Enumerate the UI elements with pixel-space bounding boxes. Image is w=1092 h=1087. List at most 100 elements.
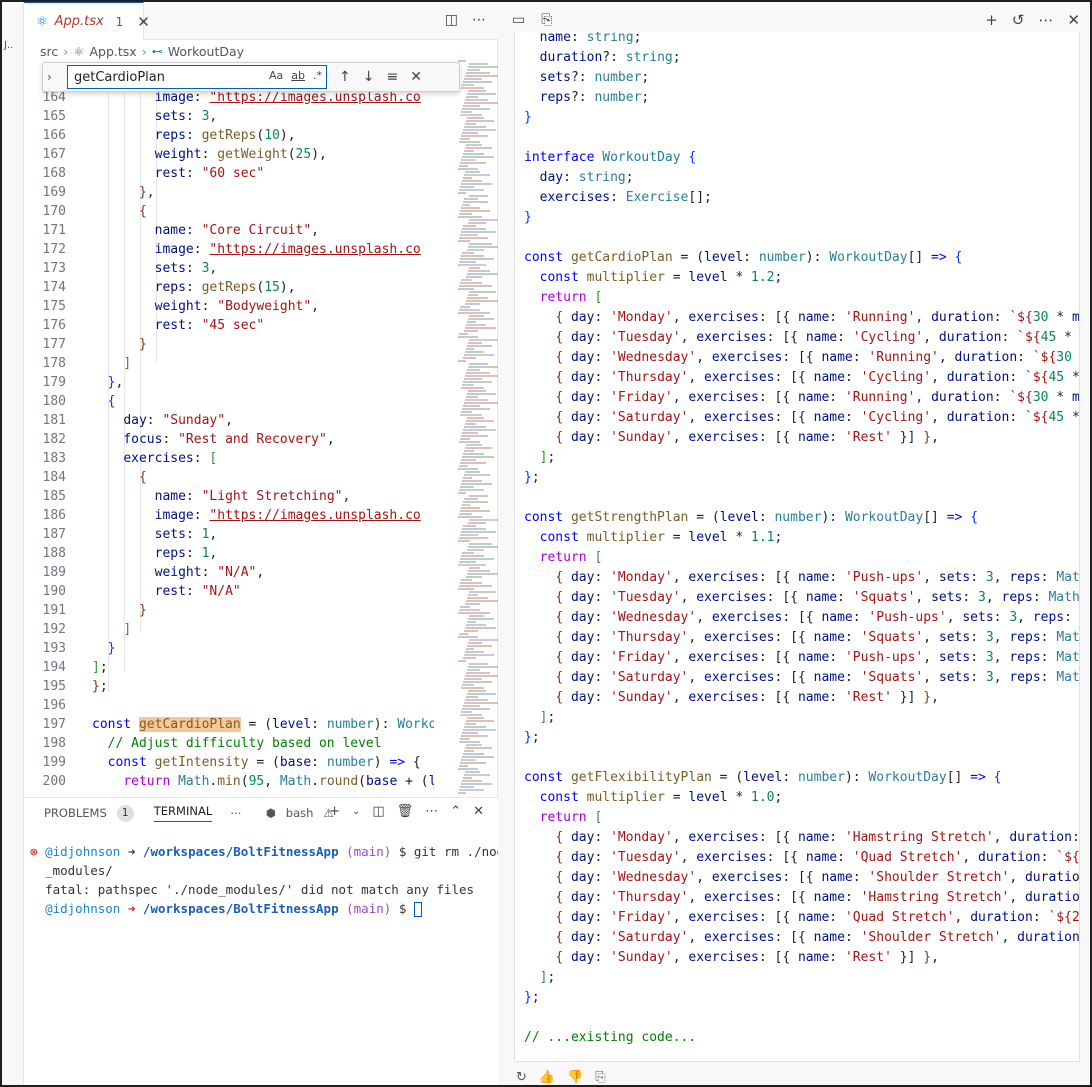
minimap-stroke — [458, 768, 478, 770]
minimap-stroke — [464, 78, 482, 80]
minimap-stroke — [464, 174, 490, 176]
minimap-stroke — [467, 69, 480, 71]
line-number: 178 — [42, 356, 66, 371]
code-line: 189 weight: "N/A", — [24, 563, 434, 582]
react-icon: ⚛ — [73, 43, 85, 59]
tab-terminal[interactable]: TERMINAL — [153, 804, 213, 822]
breadcrumb-symbol[interactable]: WorkoutDay — [168, 44, 244, 59]
minimap-stroke — [463, 453, 484, 455]
plus-icon[interactable]: + — [985, 11, 998, 29]
minimap-stroke — [459, 237, 488, 239]
previous-match-icon[interactable]: ↑ — [339, 69, 351, 85]
minimap-stroke — [458, 240, 470, 242]
code-line: 168 rest: "60 sec" — [24, 164, 434, 183]
close-icon[interactable]: ✕ — [1067, 11, 1080, 29]
minimap-stroke — [469, 639, 498, 641]
split-terminal-icon[interactable]: ◫ — [372, 804, 384, 819]
minimap-stroke — [468, 222, 486, 224]
code-text: ]; — [92, 660, 108, 675]
line-number: 185 — [42, 489, 66, 504]
minimap-stroke — [465, 375, 498, 377]
chat-code-line: ]; — [539, 970, 556, 985]
copy-file-icon[interactable]: ⎘ — [541, 12, 552, 28]
code-text: reps: getReps(15), — [154, 280, 296, 295]
more-actions-icon[interactable]: ⋯ — [472, 12, 486, 28]
line-number: 183 — [42, 451, 66, 466]
chat-icon[interactable]: ▭ — [512, 12, 525, 28]
insert-file-icon[interactable]: ⎘ — [595, 1070, 605, 1085]
terminal-output[interactable]: ⊗ @idjohnson ➜ /workspaces/BoltFitnessAp… — [30, 842, 512, 918]
minimap-stroke — [458, 312, 490, 314]
minimap-stroke — [463, 153, 484, 155]
new-terminal-icon[interactable]: + — [329, 804, 340, 819]
split-editor-icon[interactable]: ◫ — [445, 12, 458, 28]
chat-code-block[interactable]: name: string; duration?: string; sets?: … — [514, 32, 1080, 1062]
line-number: 170 — [42, 204, 66, 219]
code-text: weight: "Bodyweight", — [154, 299, 319, 314]
use-regex-button[interactable]: .* — [313, 69, 322, 82]
more-icon[interactable]: ⋯ — [230, 806, 242, 820]
thumbs-down-icon[interactable]: 👎 — [567, 1070, 583, 1085]
minimap-stroke — [468, 390, 486, 392]
chat-code-line: { day: 'Sunday', exercises: [{ name: 'Re… — [555, 690, 939, 705]
minimap-stroke — [465, 123, 476, 125]
close-icon[interactable]: ✕ — [137, 13, 150, 31]
minimap-stroke — [459, 165, 468, 167]
close-icon[interactable]: ✕ — [410, 69, 422, 85]
tab-problems[interactable]: PROBLEMS — [44, 806, 107, 820]
chevron-down-icon[interactable]: ⌄ — [352, 806, 360, 817]
code-line: 182 focus: "Rest and Recovery", — [24, 430, 434, 449]
more-icon[interactable]: ⋯ — [1038, 11, 1053, 29]
chevron-right-icon: › — [63, 43, 69, 59]
line-number: 169 — [42, 185, 66, 200]
code-text: reps: 1, — [154, 546, 218, 561]
minimap-stroke — [460, 606, 470, 608]
minimap-stroke — [458, 612, 490, 614]
minimap-stroke — [463, 81, 492, 83]
minimap-stroke — [463, 705, 480, 707]
chat-code-line: { day: 'Saturday', exercises: [{ name: '… — [555, 930, 1080, 945]
minimap-stroke — [466, 672, 490, 674]
code-editor[interactable]: 164 image: "https://images.unsplash.co 16… — [24, 92, 434, 797]
find-input[interactable]: getCardioPlan Aa ab .* — [67, 65, 327, 89]
tab-app-tsx[interactable]: ⚛ App.tsx 1 ✕ — [24, 2, 150, 40]
breadcrumb: src › ⚛ App.tsx › ⊷ WorkoutDay — [40, 42, 244, 60]
match-case-button[interactable]: Aa — [269, 69, 283, 82]
minimap-stroke — [458, 288, 474, 290]
toggle-replace-icon[interactable]: › — [47, 70, 63, 84]
next-match-icon[interactable]: ↓ — [363, 69, 375, 85]
minimap[interactable] — [438, 60, 498, 797]
minimap-stroke — [462, 156, 494, 158]
minimap-stroke — [462, 432, 478, 434]
breadcrumb-file[interactable]: App.tsx — [89, 44, 136, 59]
thumbs-up-icon[interactable]: 👍 — [539, 1070, 555, 1085]
minimap-stroke — [467, 249, 484, 251]
minimap-stroke — [462, 456, 494, 458]
minimap-stroke — [468, 642, 482, 644]
code-text: { — [138, 470, 147, 485]
code-line: 180 { — [24, 392, 434, 411]
retry-icon[interactable]: ↻ — [516, 1070, 527, 1085]
find-in-selection-icon[interactable]: ≡ — [386, 69, 398, 85]
more-icon[interactable]: ⋯ — [425, 804, 438, 819]
chat-code-line: { day: 'Monday', exercises: [{ name: 'Ru… — [555, 310, 1080, 325]
code-line: 199 const getIntensity = (base: number) … — [24, 753, 434, 772]
minimap-stroke — [458, 588, 474, 590]
shell-name[interactable]: bash — [286, 806, 314, 820]
code-line: 173 sets: 3, — [24, 259, 434, 278]
minimap-stroke — [465, 303, 480, 305]
chat-code-line: const getCardioPlan = (level: number): W… — [524, 250, 963, 265]
minimap-stroke — [469, 339, 498, 341]
chat-code-line: return [ — [539, 550, 603, 565]
minimap-stroke — [466, 96, 478, 98]
minimap-stroke — [466, 444, 482, 446]
line-number: 198 — [42, 736, 66, 751]
breadcrumb-src[interactable]: src — [40, 44, 58, 59]
history-icon[interactable]: ↺ — [1012, 11, 1025, 29]
match-whole-word-button[interactable]: ab — [291, 69, 305, 82]
minimap-stroke — [461, 531, 496, 533]
maximize-panel-icon[interactable]: ⌃ — [450, 804, 461, 819]
close-icon[interactable]: ✕ — [473, 804, 484, 819]
minimap-stroke — [459, 465, 468, 467]
trash-icon[interactable]: 🗑 — [397, 804, 414, 819]
